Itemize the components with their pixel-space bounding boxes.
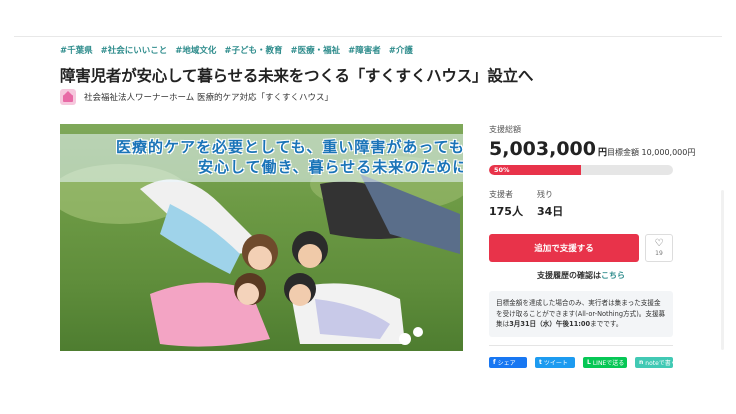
line-share-label: LINEで送る bbox=[592, 359, 625, 367]
tag-medical-welfare[interactable]: #医療・福祉 bbox=[291, 44, 341, 56]
scrollbar[interactable] bbox=[721, 190, 724, 350]
remaining-label: 残り bbox=[536, 190, 553, 199]
funding-panel: 支援総額 5,003,000 円 目標金額 10,000,000円 50% 支援… bbox=[489, 124, 695, 368]
tag-care[interactable]: #介護 bbox=[389, 44, 413, 56]
remaining-value: 34日 bbox=[536, 205, 564, 218]
supporters-value: 175人 bbox=[489, 205, 523, 218]
progress-bar: 50% bbox=[489, 165, 673, 175]
like-button[interactable]: ♡ 19 bbox=[645, 234, 673, 262]
tag-chiba[interactable]: #千葉県 bbox=[60, 44, 93, 56]
progress-percent: 50% bbox=[494, 166, 510, 174]
tag-list: #千葉県 #社会にいいこと #地域文化 #子ども・教育 #医療・福祉 #障害者 … bbox=[60, 44, 413, 56]
stats-row: 支援者 175人 残り 34日 bbox=[489, 189, 673, 219]
top-divider bbox=[14, 36, 722, 37]
organization-name: 社会福祉法人ワーナーホーム 医療的ケア対応「すくすくハウス」 bbox=[84, 93, 333, 103]
goal-amount: 目標金額 10,000,000円 bbox=[607, 148, 696, 157]
total-support-label: 支援総額 bbox=[489, 125, 521, 134]
notice-text-end: までです。 bbox=[590, 320, 623, 328]
project-title: 障害児者が安心して暮らせる未来をつくる「すくすくハウス」設立へ bbox=[60, 67, 534, 85]
tag-local-culture[interactable]: #地域文化 bbox=[175, 44, 216, 56]
all-or-nothing-notice: 目標金額を達成した場合のみ、実行者は集まった支援金を受け取ることができます(Al… bbox=[489, 291, 673, 337]
amount-row: 5,003,000 円 目標金額 10,000,000円 bbox=[489, 138, 695, 160]
tag-social-good[interactable]: #社会にいいこと bbox=[101, 44, 168, 56]
line-icon: L bbox=[587, 358, 591, 366]
support-history: 支援履歴の確認はこちら bbox=[489, 270, 673, 281]
hero-caption-line2: 安心して働き、暮らせる未来のために bbox=[198, 158, 463, 176]
hero-image: 医療的ケアを必要としても、重い障害があっても 安心して働き、暮らせる未来のために bbox=[60, 124, 463, 351]
note-share-button[interactable]: n noteで書く bbox=[635, 356, 677, 368]
remaining-stat: 残り 34日 bbox=[537, 189, 563, 219]
like-count: 19 bbox=[655, 250, 663, 257]
support-button[interactable]: 追加で支援する bbox=[489, 234, 639, 262]
note-icon: n bbox=[639, 358, 644, 366]
twitter-share-button[interactable]: t ツイート bbox=[535, 356, 575, 368]
action-row: 追加で支援する ♡ 19 bbox=[489, 234, 673, 262]
support-history-link[interactable]: こちら bbox=[601, 271, 625, 280]
facebook-icon: f bbox=[493, 358, 496, 366]
tag-children-education[interactable]: #子ども・教育 bbox=[224, 44, 282, 56]
currency-unit: 円 bbox=[597, 148, 607, 158]
support-history-text: 支援履歴の確認は bbox=[537, 271, 601, 280]
note-share-label: noteで書く bbox=[645, 359, 677, 367]
notice-deadline: 3月31日（水）午後11:00 bbox=[509, 320, 591, 328]
supporters-label: 支援者 bbox=[489, 190, 513, 199]
supporters-stat: 支援者 175人 bbox=[489, 189, 523, 219]
total-amount: 5,003,000 bbox=[489, 138, 596, 160]
panel-divider bbox=[489, 344, 673, 346]
facebook-share-label: シェア bbox=[497, 359, 516, 367]
facebook-share-button[interactable]: f シェア bbox=[489, 356, 527, 368]
hero-caption-line1: 医療的ケアを必要としても、重い障害があっても bbox=[116, 138, 463, 156]
twitter-share-label: ツイート bbox=[543, 359, 568, 367]
twitter-icon: t bbox=[539, 358, 542, 366]
house-logo-icon bbox=[60, 89, 76, 105]
organization-link[interactable]: 社会福祉法人ワーナーホーム 医療的ケア対応「すくすくハウス」 bbox=[60, 89, 333, 105]
heart-icon: ♡ bbox=[654, 238, 664, 249]
tag-disability[interactable]: #障害者 bbox=[348, 44, 381, 56]
share-buttons: f シェア t ツイート L LINEで送る n noteで書く bbox=[489, 356, 677, 368]
line-share-button[interactable]: L LINEで送る bbox=[583, 356, 627, 368]
